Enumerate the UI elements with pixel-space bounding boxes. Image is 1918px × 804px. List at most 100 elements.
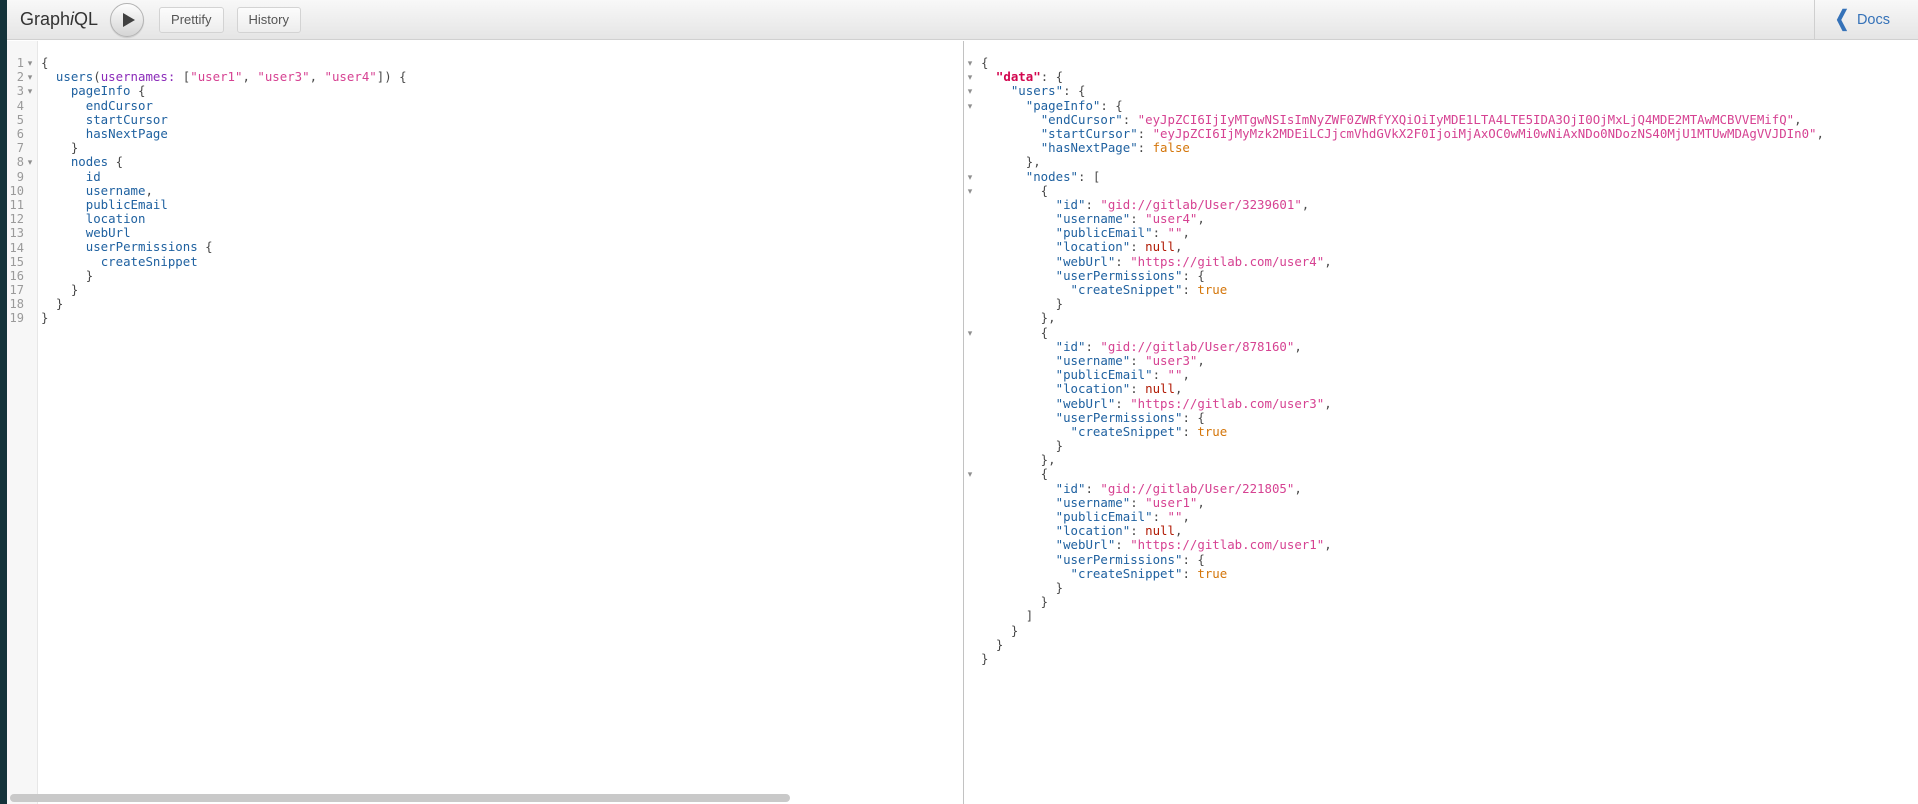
code-line: } <box>41 311 963 325</box>
line-number: 9 <box>7 170 24 184</box>
code-line: username, <box>41 184 963 198</box>
line-number: 11 <box>7 198 24 212</box>
code-line: { <box>981 56 1918 70</box>
line-number: 3 <box>7 84 24 98</box>
line-number: 12 <box>7 212 24 226</box>
line-number: 13 <box>7 226 24 240</box>
result-fold-gutter: ▾▾▾▾▾▾▾▾ <box>964 41 978 804</box>
code-line: } <box>981 595 1918 609</box>
fold-arrow-icon[interactable]: ▾ <box>24 155 36 169</box>
fold-arrow-icon[interactable]: ▾ <box>964 326 976 340</box>
code-line: hasNextPage <box>41 127 963 141</box>
code-line: "location": null, <box>981 240 1918 254</box>
code-line: "hasNextPage": false <box>981 141 1918 155</box>
play-icon <box>123 13 135 27</box>
code-line: "users": { <box>981 84 1918 98</box>
code-line: "publicEmail": "", <box>981 226 1918 240</box>
code-line: "data": { <box>981 70 1918 84</box>
line-number: 5 <box>7 113 24 127</box>
code-line: "publicEmail": "", <box>981 368 1918 382</box>
app-logo: GraphiQL <box>20 9 98 30</box>
code-line: "username": "user4", <box>981 212 1918 226</box>
docs-toggle[interactable]: ❮ Docs <box>1814 0 1918 39</box>
docs-label: Docs <box>1857 12 1890 28</box>
line-number: 18 <box>7 297 24 311</box>
code-line: } <box>41 141 963 155</box>
history-button[interactable]: History <box>237 7 301 33</box>
code-line: "webUrl": "https://gitlab.com/user1", <box>981 538 1918 552</box>
code-line: "publicEmail": "", <box>981 510 1918 524</box>
code-line: } <box>981 624 1918 638</box>
code-line: } <box>981 297 1918 311</box>
line-number: 7 <box>7 141 24 155</box>
code-line: location <box>41 212 963 226</box>
code-line: "userPermissions": { <box>981 553 1918 567</box>
code-line: "webUrl": "https://gitlab.com/user4", <box>981 255 1918 269</box>
result-code: { "data": { "users": { "pageInfo": { "en… <box>978 41 1918 804</box>
code-line: { <box>41 56 963 70</box>
code-line: } <box>981 581 1918 595</box>
code-line: } <box>41 283 963 297</box>
horizontal-scrollbar-thumb[interactable] <box>10 794 790 802</box>
fold-arrow-icon[interactable]: ▾ <box>964 184 976 198</box>
code-line: } <box>41 269 963 283</box>
code-line: "id": "gid://gitlab/User/878160", <box>981 340 1918 354</box>
line-number: 17 <box>7 283 24 297</box>
code-line: publicEmail <box>41 198 963 212</box>
code-line: endCursor <box>41 99 963 113</box>
line-number: 8 <box>7 155 24 169</box>
query-code[interactable]: { users(usernames: ["user1", "user3", "u… <box>38 41 963 804</box>
code-line: } <box>981 439 1918 453</box>
code-line: { <box>981 467 1918 481</box>
result-viewer-pane: ▾▾▾▾▾▾▾▾ { "data": { "users": { "pageInf… <box>964 41 1918 804</box>
line-number: 1 <box>7 56 24 70</box>
code-line: } <box>981 638 1918 652</box>
code-line: }, <box>981 311 1918 325</box>
prettify-button[interactable]: Prettify <box>159 7 223 33</box>
line-number: 14 <box>7 241 24 255</box>
line-number: 4 <box>7 99 24 113</box>
fold-arrow-icon[interactable]: ▾ <box>24 56 36 70</box>
topbar: GraphiQL Prettify History ❮ Docs <box>7 0 1918 40</box>
line-number: 2 <box>7 70 24 84</box>
code-line: nodes { <box>41 155 963 169</box>
fold-arrow-icon[interactable]: ▾ <box>964 84 976 98</box>
code-line: "createSnippet": true <box>981 567 1918 581</box>
fold-arrow-icon[interactable]: ▾ <box>24 84 36 98</box>
line-number: 10 <box>7 184 24 198</box>
code-line: "webUrl": "https://gitlab.com/user3", <box>981 397 1918 411</box>
code-line: "endCursor": "eyJpZCI6IjIyMTgwNSIsImNyZW… <box>981 113 1918 127</box>
chevron-left-icon: ❮ <box>1835 8 1849 29</box>
fold-arrow-icon[interactable]: ▾ <box>964 56 976 70</box>
fold-arrow-icon[interactable]: ▾ <box>964 99 976 113</box>
code-line: "createSnippet": true <box>981 425 1918 439</box>
line-number: 19 <box>7 311 24 325</box>
code-line: "startCursor": "eyJpZCI6IjMyMzk2MDEiLCJj… <box>981 127 1918 141</box>
logo-text-pre: Graph <box>20 9 70 29</box>
query-line-gutter: 1▾2▾3▾45678▾910111213141516171819 <box>7 41 38 804</box>
code-line: }, <box>981 155 1918 169</box>
code-line: "createSnippet": true <box>981 283 1918 297</box>
fold-arrow-icon[interactable]: ▾ <box>964 170 976 184</box>
query-editor-pane[interactable]: 1▾2▾3▾45678▾910111213141516171819 { user… <box>7 41 964 804</box>
code-line: ] <box>981 609 1918 623</box>
code-line: { <box>981 326 1918 340</box>
window-edge-strip <box>0 0 7 804</box>
execute-query-button[interactable] <box>110 3 144 37</box>
line-number: 16 <box>7 269 24 283</box>
fold-arrow-icon[interactable]: ▾ <box>24 70 36 84</box>
line-number: 15 <box>7 255 24 269</box>
code-line: "id": "gid://gitlab/User/3239601", <box>981 198 1918 212</box>
logo-text-post: QL <box>74 9 98 29</box>
code-line: id <box>41 170 963 184</box>
code-line: "username": "user1", <box>981 496 1918 510</box>
code-line: "id": "gid://gitlab/User/221805", <box>981 482 1918 496</box>
code-line: "nodes": [ <box>981 170 1918 184</box>
code-line: } <box>981 652 1918 666</box>
code-line: }, <box>981 453 1918 467</box>
toolbar: Prettify History <box>159 7 301 33</box>
fold-arrow-icon[interactable]: ▾ <box>964 70 976 84</box>
code-line: pageInfo { <box>41 84 963 98</box>
fold-arrow-icon[interactable]: ▾ <box>964 467 976 481</box>
line-number: 6 <box>7 127 24 141</box>
